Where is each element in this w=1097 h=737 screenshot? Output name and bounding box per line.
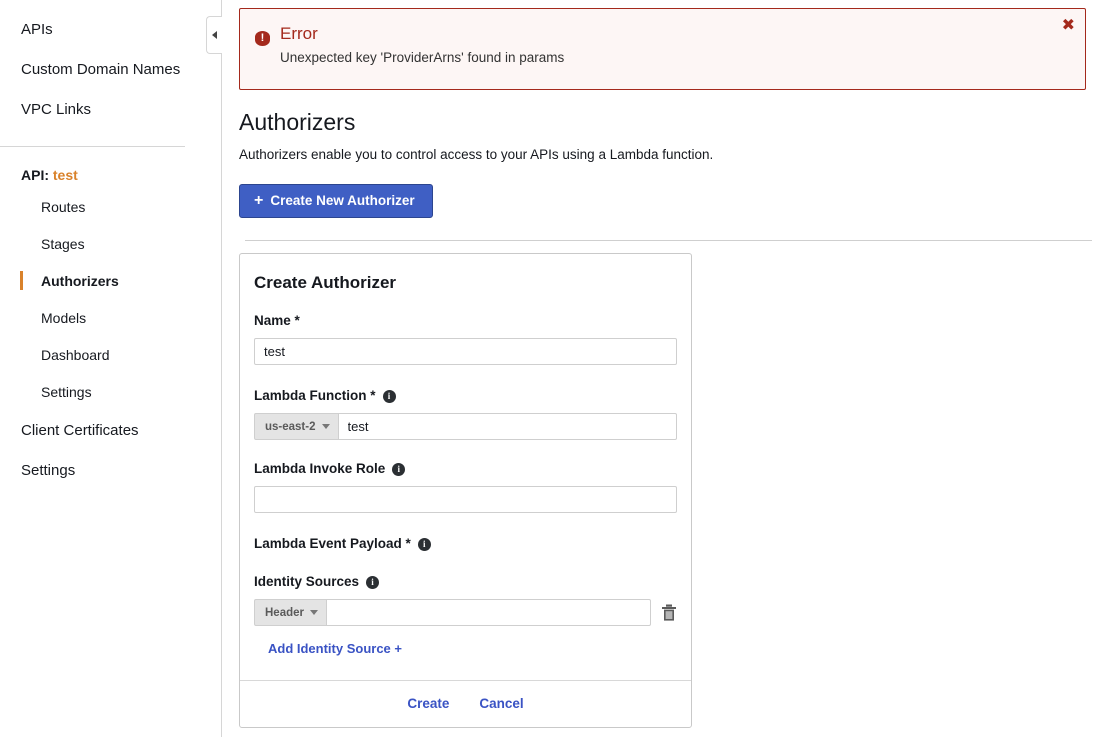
add-identity-source-link[interactable]: Add Identity Source + xyxy=(268,640,402,657)
lambda-invoke-role-field-wrapper xyxy=(254,486,677,513)
sidebar-item-label: Stages xyxy=(41,236,85,252)
alert-message: Unexpected key 'ProviderArns' found in p… xyxy=(280,50,565,65)
sidebar-item-dashboard[interactable]: Dashboard xyxy=(0,337,221,374)
sidebar-item-custom-domain-names[interactable]: Custom Domain Names xyxy=(0,50,221,90)
sidebar: APIs Custom Domain Names VPC Links API: … xyxy=(0,0,221,737)
create-authorizer-card: Create Authorizer Name * Lambda Function… xyxy=(239,253,692,728)
name-field-wrapper xyxy=(254,338,677,365)
error-alert: ! Error Unexpected key 'ProviderArns' fo… xyxy=(239,8,1086,90)
sidebar-top-nav: APIs Custom Domain Names VPC Links xyxy=(0,10,221,130)
sidebar-item-routes[interactable]: Routes xyxy=(0,189,221,226)
name-label: Name * xyxy=(254,312,677,330)
name-label-text: Name * xyxy=(254,313,300,328)
page-description: Authorizers enable you to control access… xyxy=(239,147,714,162)
name-input[interactable] xyxy=(254,338,677,365)
identity-source-type-dropdown[interactable]: Header xyxy=(254,599,326,626)
sidebar-item-client-certificates[interactable]: Client Certificates xyxy=(0,411,221,451)
plus-icon: + xyxy=(254,192,264,209)
info-icon[interactable]: i xyxy=(382,389,396,403)
sidebar-item-label: Settings xyxy=(41,384,92,400)
sidebar-divider xyxy=(0,146,185,147)
sidebar-collapse-button[interactable] xyxy=(206,16,222,54)
lambda-function-field-wrapper: us-east-2 xyxy=(254,413,677,440)
identity-sources-label-text: Identity Sources xyxy=(254,574,360,589)
trash-icon[interactable] xyxy=(661,604,677,621)
sidebar-item-label: Settings xyxy=(21,462,76,479)
identity-source-type-label: Header xyxy=(265,606,304,619)
info-icon[interactable]: i xyxy=(417,537,431,551)
sidebar-item-label: Authorizers xyxy=(41,273,119,289)
lambda-event-payload-label-text: Lambda Event Payload * xyxy=(254,536,411,551)
identity-source-input-group: Header xyxy=(254,599,651,626)
page-title: Authorizers xyxy=(239,109,356,135)
sidebar-api-name: test xyxy=(52,167,78,183)
form-footer: Create Cancel xyxy=(240,680,691,727)
section-divider xyxy=(244,240,1092,241)
main-content: ! Error Unexpected key 'ProviderArns' fo… xyxy=(239,0,1097,737)
form-title: Create Authorizer xyxy=(254,273,397,292)
sidebar-item-authorizers[interactable]: Authorizers xyxy=(0,263,221,300)
sidebar-item-apis[interactable]: APIs xyxy=(0,10,221,50)
sidebar-item-label: Client Certificates xyxy=(21,422,139,439)
alert-title: Error xyxy=(280,24,318,43)
lambda-invoke-role-label: Lambda Invoke Role i xyxy=(254,460,677,478)
lambda-function-label-text: Lambda Function * xyxy=(254,388,376,403)
sidebar-item-label: VPC Links xyxy=(21,101,92,118)
identity-source-input[interactable] xyxy=(326,599,651,626)
region-dropdown-label: us-east-2 xyxy=(265,420,316,433)
sidebar-item-label: Routes xyxy=(41,199,86,215)
error-icon: ! xyxy=(255,31,270,46)
sidebar-vertical-divider xyxy=(221,0,222,737)
cancel-button[interactable]: Cancel xyxy=(479,695,523,713)
info-icon[interactable]: i xyxy=(366,575,380,589)
info-icon[interactable]: i xyxy=(392,462,406,476)
sidebar-item-stages[interactable]: Stages xyxy=(0,226,221,263)
sidebar-item-label: Dashboard xyxy=(41,347,110,363)
lambda-invoke-role-label-text: Lambda Invoke Role xyxy=(254,461,386,476)
chevron-down-icon xyxy=(321,424,330,429)
identity-sources-label: Identity Sources i xyxy=(254,573,677,591)
sidebar-item-vpc-links[interactable]: VPC Links xyxy=(0,90,221,130)
sidebar-item-settings[interactable]: Settings xyxy=(0,374,221,411)
create-new-authorizer-label: Create New Authorizer xyxy=(270,193,415,208)
close-icon[interactable]: ✖ xyxy=(1062,17,1075,33)
caret-left-icon xyxy=(212,31,217,39)
sidebar-item-models[interactable]: Models xyxy=(0,300,221,337)
sidebar-root-nav: Client Certificates Settings xyxy=(0,411,221,491)
app-page: APIs Custom Domain Names VPC Links API: … xyxy=(0,0,1097,737)
lambda-invoke-role-input[interactable] xyxy=(254,486,677,513)
sidebar-item-label: Custom Domain Names xyxy=(21,61,181,78)
create-button[interactable]: Create xyxy=(407,695,449,713)
sidebar-api-heading: API: test xyxy=(0,161,221,189)
chevron-down-icon xyxy=(310,610,318,615)
sidebar-item-label: Models xyxy=(41,310,87,326)
sidebar-item-label: APIs xyxy=(21,21,53,38)
region-dropdown[interactable]: us-east-2 xyxy=(254,413,338,440)
sidebar-api-nav: Routes Stages Authorizers Models Dashboa… xyxy=(0,189,221,411)
create-authorizer-form: Create Authorizer Name * Lambda Function… xyxy=(240,254,691,680)
sidebar-api-prefix: API: xyxy=(21,167,49,183)
lambda-event-payload-label: Lambda Event Payload * i xyxy=(254,535,677,553)
identity-source-row: Header xyxy=(254,599,677,626)
lambda-function-label: Lambda Function * i xyxy=(254,387,677,405)
create-new-authorizer-button[interactable]: + Create New Authorizer xyxy=(239,184,433,218)
lambda-function-input[interactable] xyxy=(337,413,677,440)
sidebar-item-settings-root[interactable]: Settings xyxy=(0,451,221,491)
